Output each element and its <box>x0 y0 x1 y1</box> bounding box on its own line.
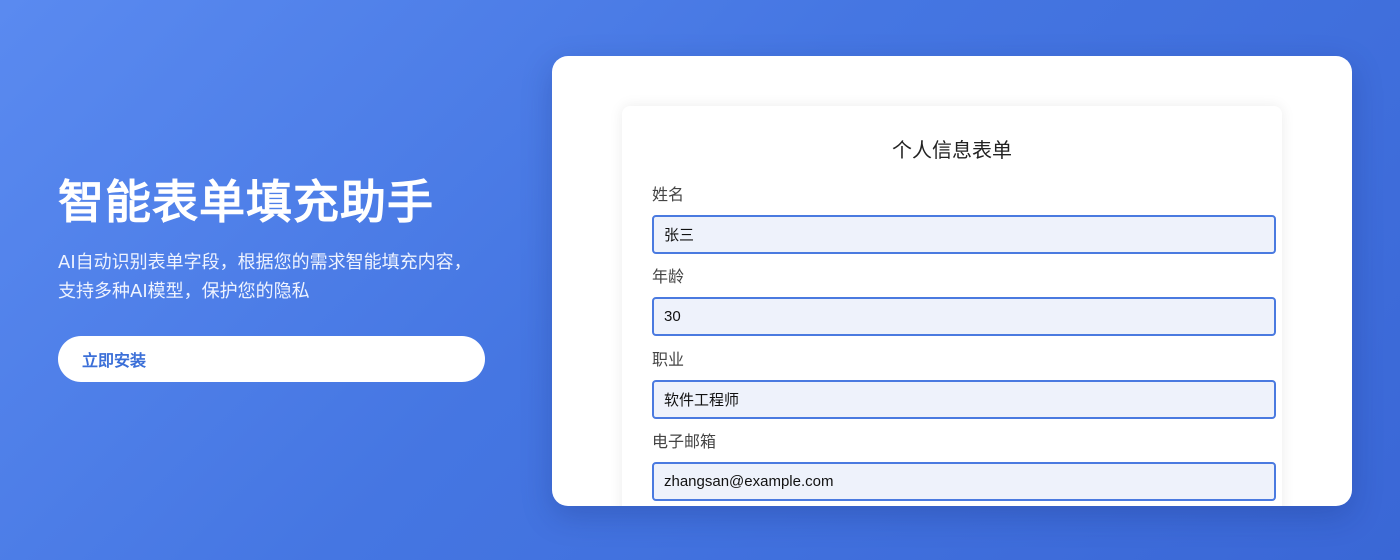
field-label-name: 姓名 <box>652 185 685 204</box>
field-age: 年龄 <box>652 267 1276 336</box>
name-input[interactable] <box>652 215 1276 254</box>
form-title: 个人信息表单 <box>892 138 1012 162</box>
hero-section: 智能表单填充助手 AI自动识别表单字段，根据您的需求智能填充内容，支持多种AI模… <box>58 170 518 382</box>
field-name: 姓名 <box>652 185 1276 254</box>
email-input[interactable] <box>652 462 1276 501</box>
preview-card: 个人信息表单 姓名 年龄 职业 电子邮箱 <box>552 56 1352 506</box>
field-email: 电子邮箱 <box>652 432 1276 501</box>
field-label-age: 年龄 <box>652 267 685 286</box>
field-label-email: 电子邮箱 <box>652 432 717 451</box>
hero-subtitle: AI自动识别表单字段，根据您的需求智能填充内容，支持多种AI模型，保护您的隐私 <box>58 252 472 302</box>
age-input[interactable] <box>652 297 1276 336</box>
form-panel: 个人信息表单 姓名 年龄 职业 电子邮箱 <box>622 106 1282 506</box>
hero-title: 智能表单填充助手 <box>58 175 434 229</box>
field-label-occupation: 职业 <box>652 350 685 369</box>
field-occupation: 职业 <box>652 350 1276 419</box>
occupation-input[interactable] <box>652 380 1276 419</box>
install-button[interactable]: 立即安装 <box>58 336 485 382</box>
